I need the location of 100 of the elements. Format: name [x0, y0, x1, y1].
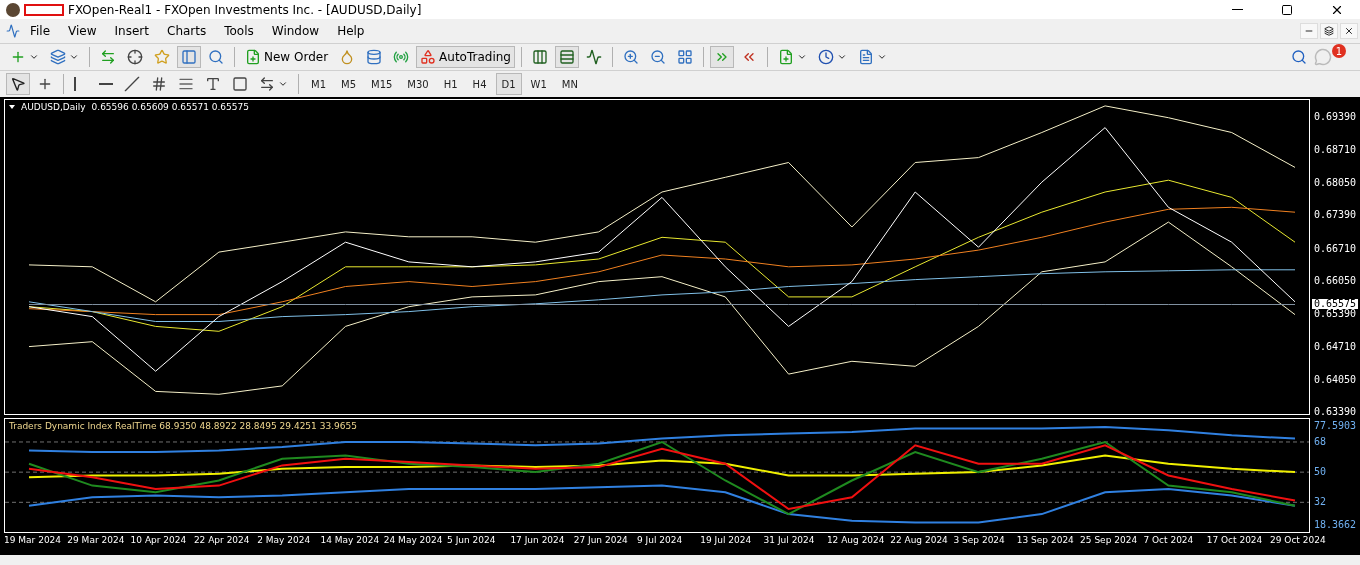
date-label: 7 Oct 2024	[1143, 535, 1194, 545]
caret-icon	[69, 52, 79, 62]
menu-item[interactable]: Help	[329, 22, 373, 40]
date-label: 9 Jul 2024	[637, 535, 683, 545]
chart-symbol: AUDUSD,Daily	[21, 102, 86, 112]
horizontal-line-icon	[99, 83, 113, 85]
restore-button[interactable]	[1320, 23, 1338, 39]
date-label: 5 Jun 2024	[447, 535, 496, 545]
date-label: 19 Jul 2024	[700, 535, 752, 545]
pulse-icon	[586, 49, 602, 65]
arrows-icon	[100, 49, 116, 65]
navigator-button[interactable]	[177, 46, 201, 68]
timeframe-button[interactable]: M30	[401, 73, 435, 95]
file-plus-icon	[778, 49, 794, 65]
date-label: 29 Oct 2024	[1270, 535, 1326, 545]
panel-icon	[181, 49, 197, 65]
current-price-label: 0.65575	[1312, 299, 1359, 310]
price-tick-label: 0.66710	[1314, 243, 1357, 254]
redaction-box	[24, 3, 64, 16]
chat-icon	[1314, 48, 1332, 66]
date-label: 22 Apr 2024	[193, 535, 250, 545]
caret-icon	[837, 52, 847, 62]
price-tick-label: 0.64710	[1314, 342, 1357, 353]
price-tick-label: 0.64050	[1314, 374, 1357, 385]
pointer-icon	[10, 76, 26, 92]
price-tick-label: 0.68710	[1314, 145, 1357, 156]
vertical-line-icon	[74, 77, 76, 91]
layers-icon	[50, 49, 66, 65]
price-tick-label: 0.67390	[1314, 210, 1357, 221]
timeframe-button[interactable]: MN	[555, 73, 584, 95]
zoom-in-icon	[623, 49, 639, 65]
minimize-icon	[1231, 9, 1243, 10]
date-label: 24 May 2024	[383, 535, 443, 545]
letter-icon	[205, 76, 221, 92]
rows-icon	[559, 49, 575, 65]
file-plus-icon	[245, 49, 261, 65]
auto-trading-button[interactable]: AutoTrading	[416, 46, 515, 68]
price-tick-label: 0.65390	[1314, 308, 1357, 319]
caret-icon	[797, 52, 807, 62]
caret-icon	[278, 79, 288, 89]
document-icon	[858, 49, 874, 65]
indicator-legend: Traders Dynamic Index RealTime 68.9350 48.8922 28.8495 29.4251 33.9655	[9, 421, 357, 431]
timeframe-button[interactable]: H4	[466, 73, 493, 95]
cursor-button[interactable]	[6, 73, 30, 95]
date-label: 31 Jul 2024	[763, 535, 815, 545]
caret-icon	[877, 52, 887, 62]
price-tick-label: 0.63390	[1314, 407, 1357, 418]
magnifier-icon	[208, 49, 224, 65]
new-order-button[interactable]: New Order	[241, 46, 333, 68]
menu-item[interactable]: Tools	[216, 22, 262, 40]
date-label: 13 Sep 2024	[1016, 535, 1074, 545]
date-label: 25 Sep 2024	[1080, 535, 1138, 545]
date-label: 17 Jun 2024	[510, 535, 565, 545]
signal-icon	[393, 49, 410, 65]
menu-item[interactable]: Insert	[106, 22, 157, 40]
price-tick-label: 0.68050	[1314, 177, 1357, 188]
menu-item[interactable]: Charts	[159, 22, 215, 40]
plus-icon	[10, 49, 26, 65]
menu-item[interactable]: Window	[263, 22, 328, 40]
grid-icon	[677, 49, 693, 65]
close-icon	[1344, 26, 1354, 36]
timeframe-button[interactable]: M15	[365, 73, 399, 95]
date-label: 3 Sep 2024	[953, 535, 1005, 545]
app-icon	[6, 2, 20, 17]
maximize-icon	[1281, 3, 1293, 16]
collapse-triangle-icon	[9, 105, 15, 109]
hash-icon	[151, 76, 167, 92]
menu-item[interactable]: View	[60, 22, 105, 40]
caret-icon	[29, 52, 39, 62]
date-label: 22 Aug 2024	[890, 535, 948, 545]
price-tick-label: 0.66050	[1314, 276, 1357, 287]
diagonal-line-icon	[124, 76, 140, 92]
indicator-tick-label: 18.3662	[1314, 520, 1357, 531]
close-button[interactable]	[1340, 23, 1358, 39]
date-label: 29 Mar 2024	[67, 535, 125, 545]
crosshair-icon	[37, 76, 53, 92]
arrows-icon	[259, 76, 275, 92]
date-label: 14 May 2024	[320, 535, 380, 545]
date-label: 17 Oct 2024	[1206, 535, 1263, 545]
columns-icon	[532, 49, 548, 65]
timeframe-button[interactable]: D1	[495, 73, 522, 95]
indicator-tick-label: 77.5903	[1314, 420, 1357, 431]
date-label: 2 May 2024	[257, 535, 311, 545]
lines-icon	[178, 76, 194, 92]
crosshair-icon	[127, 49, 143, 65]
search-icon	[1291, 49, 1307, 65]
auto-scroll-button[interactable]	[710, 46, 734, 68]
indicator-tick-label: 68	[1314, 436, 1327, 447]
candlestick-button[interactable]	[555, 46, 579, 68]
ohlc-values: 0.65596 0.65609 0.65571 0.65575	[91, 102, 249, 112]
frame-icon	[232, 76, 248, 92]
timeframe-button[interactable]: M5	[335, 73, 362, 95]
timeframe-button[interactable]: H1	[437, 73, 464, 95]
date-label: 10 Apr 2024	[130, 535, 187, 545]
timeframe-button[interactable]: M1	[305, 73, 332, 95]
menu-item[interactable]: File	[22, 22, 59, 40]
date-label: 12 Aug 2024	[826, 535, 885, 545]
date-label: 27 Jun 2024	[573, 535, 628, 545]
notification-badge: 1	[1332, 44, 1346, 58]
timeframe-button[interactable]: W1	[524, 73, 553, 95]
